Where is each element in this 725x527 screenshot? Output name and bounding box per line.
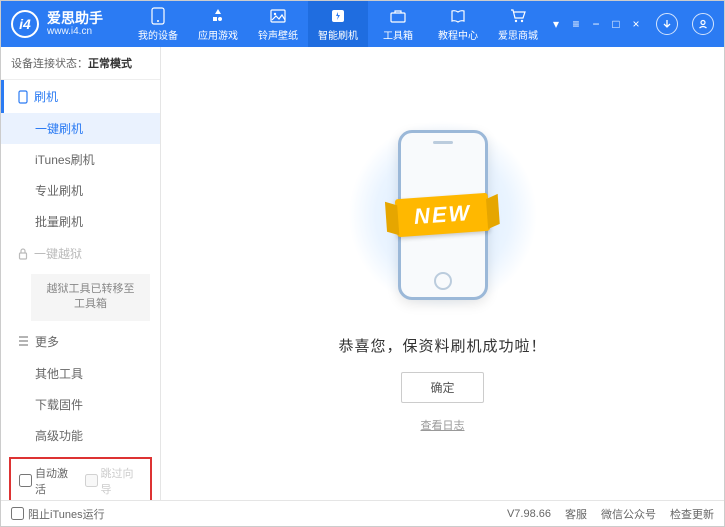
checkbox-auto-activate[interactable]: 自动激活	[19, 465, 77, 497]
new-ribbon: NEW	[395, 192, 491, 236]
jailbreak-note: 越狱工具已转移至工具箱	[31, 274, 150, 321]
device-status: 设备连接状态：正常模式	[1, 47, 160, 80]
nav-apps[interactable]: 应用游戏	[188, 1, 248, 47]
menu-icon[interactable]: ▾	[550, 16, 562, 32]
sidebar-item-batch-flash[interactable]: 批量刷机	[1, 206, 160, 237]
sidebar-item-oneclick-flash[interactable]: 一键刷机	[1, 113, 160, 144]
view-log-link[interactable]: 查看日志	[421, 417, 465, 433]
success-illustration: NEW	[368, 115, 518, 315]
cart-icon	[509, 7, 527, 25]
footer-wechat[interactable]: 微信公众号	[601, 506, 656, 522]
image-icon	[269, 7, 287, 25]
sidebar-section-jailbreak: 一键越狱	[1, 237, 160, 270]
sidebar-item-download-firmware[interactable]: 下载固件	[1, 389, 160, 420]
sidebar-item-itunes-flash[interactable]: iTunes刷机	[1, 144, 160, 175]
nav-ringtones[interactable]: 铃声壁纸	[248, 1, 308, 47]
nav-toolbox[interactable]: 工具箱	[368, 1, 428, 47]
nav-flash[interactable]: 智能刷机	[308, 1, 368, 47]
success-message: 恭喜您，保资料刷机成功啦！	[338, 335, 546, 356]
user-button[interactable]	[692, 13, 714, 35]
sidebar-section-more[interactable]: 更多	[1, 325, 160, 358]
maximize-icon[interactable]: □	[610, 16, 622, 32]
checkbox-block-itunes[interactable]: 阻止iTunes运行	[11, 506, 105, 522]
nav-my-device[interactable]: 我的设备	[128, 1, 188, 47]
titlebar: i4 爱思助手 www.i4.cn 我的设备 应用游戏 铃声壁纸 智能刷机	[1, 1, 724, 47]
flash-icon	[329, 7, 347, 25]
apps-icon	[209, 7, 227, 25]
app-logo-icon: i4	[11, 10, 39, 38]
sidebar-item-pro-flash[interactable]: 专业刷机	[1, 175, 160, 206]
ok-button[interactable]: 确定	[401, 372, 483, 403]
version-label: V7.98.66	[507, 508, 551, 520]
sidebar-section-flash[interactable]: 刷机	[1, 80, 160, 113]
checkbox-skip-guide[interactable]: 跳过向导	[85, 465, 143, 497]
footer-customer-service[interactable]: 客服	[565, 506, 587, 522]
app-title: 爱思助手 www.i4.cn	[47, 11, 103, 37]
minimize-icon[interactable]: −	[590, 16, 602, 32]
phone-icon	[149, 7, 167, 25]
sidebar-item-other-tools[interactable]: 其他工具	[1, 358, 160, 389]
list-icon	[18, 336, 29, 346]
footer-check-update[interactable]: 检查更新	[670, 506, 714, 522]
nav-store[interactable]: 爱思商城	[488, 1, 548, 47]
main-content: NEW 恭喜您，保资料刷机成功啦！ 确定 查看日志	[161, 47, 724, 500]
window-controls: ▾ ≡ − □ ×	[550, 13, 714, 35]
options-icon[interactable]: ≡	[570, 16, 582, 32]
options-group: 自动激活 跳过向导	[9, 457, 152, 500]
book-icon	[449, 7, 467, 25]
footer: 阻止iTunes运行 V7.98.66 客服 微信公众号 检查更新	[1, 500, 724, 526]
lock-icon	[18, 248, 28, 260]
toolbox-icon	[389, 7, 407, 25]
phone-small-icon	[18, 90, 28, 104]
top-nav: 我的设备 应用游戏 铃声壁纸 智能刷机 工具箱 教程中心	[128, 1, 550, 47]
nav-tutorials[interactable]: 教程中心	[428, 1, 488, 47]
download-button[interactable]	[656, 13, 678, 35]
sidebar-item-advanced[interactable]: 高级功能	[1, 420, 160, 451]
sidebar: 设备连接状态：正常模式 刷机 一键刷机 iTunes刷机 专业刷机 批量刷机 一…	[1, 47, 161, 500]
close-icon[interactable]: ×	[630, 16, 642, 32]
